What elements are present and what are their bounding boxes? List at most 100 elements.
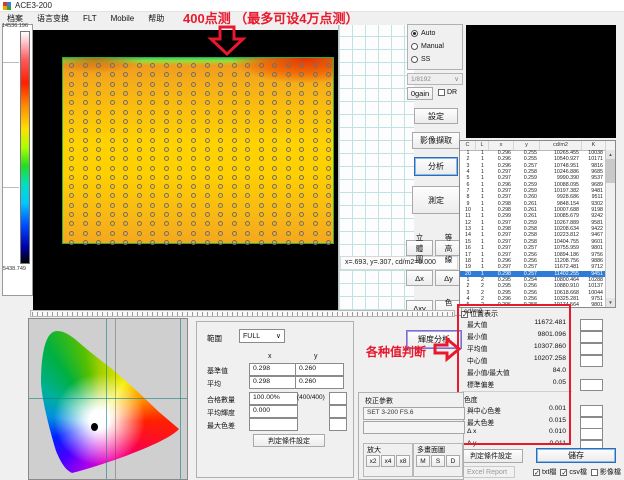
measurement-table[interactable]: CLxycd/m2K 110.2960.25510265.45510038210… [459,140,616,308]
file-check-影像檔[interactable]: 影像檔 [591,467,621,477]
save-button[interactable]: 儲存 [536,448,616,463]
measure-point-marker [299,63,304,68]
measure-point-marker [123,100,128,105]
checkbox-icon[interactable] [591,469,598,476]
measure-button[interactable]: 測定 [412,186,460,214]
table-column-header: cd/m2 [540,141,582,150]
max-diff-judge-box [329,418,347,431]
menu-item[interactable]: 帮助 [141,13,171,24]
calibration-value-field[interactable]: SET 3-200 FS.6 [363,407,465,420]
measure-point-marker [164,82,169,87]
stat-label: Δ x [467,428,476,435]
measure-point-marker [259,63,264,68]
judge-condition-setting-button[interactable]: 判定條件設定 [253,434,325,447]
average-y-field[interactable]: 0.260 [295,376,344,389]
measure-point-marker [218,212,223,217]
measure-point-marker [123,82,128,87]
scroll-up-icon[interactable]: ▲ [606,150,615,159]
measure-point-marker [232,100,237,105]
measure-point-marker [286,119,291,124]
zoom-x4-button[interactable]: x4 [381,455,395,467]
range-select[interactable]: FULL ∨ [239,329,285,343]
measure-point-marker [205,203,210,208]
zoom-x8-button[interactable]: x8 [396,455,410,467]
dr-checkbox[interactable] [438,89,445,96]
multiview-D-button[interactable]: D [446,455,460,467]
chromaticity-diagram[interactable] [28,318,188,480]
average-x-field[interactable]: 0.298 [249,376,298,389]
measure-point-marker [123,119,128,124]
scrollbar-thumb[interactable] [606,159,615,183]
multiview-S-button[interactable]: S [431,455,445,467]
menu-item[interactable]: Mobile [104,14,142,23]
measure-point-marker [69,156,74,161]
delta-y-button[interactable]: Δy [435,270,462,286]
gain-button[interactable]: 0gain [407,87,433,100]
measure-point-marker [272,72,277,77]
pass-judge-box [329,392,347,405]
multiview-M-button[interactable]: M [416,455,430,467]
pass-percent-field[interactable]: 100.00% [249,392,298,405]
contour-button[interactable]: 等高線 [435,240,462,256]
reference-x-field[interactable]: 0.298 [249,363,298,376]
table-body[interactable]: 110.2960.25510265.45510038210.2960.25510… [460,150,606,307]
table-scrollbar[interactable]: ▲ ▼ [605,150,615,307]
avg-luminance-field[interactable]: 0.000 [249,405,298,418]
zoom-x2-button[interactable]: x2 [366,455,380,467]
measure-point-marker [150,156,155,161]
exposure-select[interactable]: 1/8192 ∨ [407,73,463,85]
measure-point-marker [150,184,155,189]
measure-point-marker [205,147,210,152]
measure-point-marker [313,138,318,143]
measure-point-marker [96,119,101,124]
radio-label: SS [421,56,430,63]
measure-point-marker [69,100,74,105]
measure-point-marker [205,193,210,198]
measure-point-marker [123,128,128,133]
reference-y-field[interactable]: 0.260 [295,363,344,376]
menu-item[interactable]: FLT [76,14,104,23]
calibration-value2-field[interactable] [363,421,465,434]
measure-point-marker [110,138,115,143]
dr-checkbox-row[interactable]: DR [438,89,457,96]
file-format-checkboxes[interactable]: ✓txt檔 ✓csv檔影像檔 [533,467,621,477]
stat-row: 最小值/最大值84.0 [460,367,572,379]
image-capture-button[interactable]: 影像擷取 [412,132,460,149]
measure-point-marker [286,175,291,180]
measure-point-marker [83,63,88,68]
file-check-txt檔[interactable]: ✓txt檔 [533,467,556,477]
radio-manual[interactable]: Manual [411,40,459,53]
measure-point-marker [123,221,128,226]
measure-point-marker [164,203,169,208]
solid-3d-button[interactable]: 立體圖 [406,240,433,256]
measure-point-marker [299,175,304,180]
luminance-heatmap[interactable] [62,57,334,244]
menu-item[interactable]: 语言变换 [30,13,76,24]
measure-point-marker [245,72,250,77]
measure-point-marker [83,203,88,208]
menu-item[interactable]: 档案 [0,13,30,24]
measure-point-marker [232,63,237,68]
checkbox-icon[interactable]: ✓ [533,469,540,476]
settings-button[interactable]: 設定 [414,108,458,124]
judge-condition-button[interactable]: 判定條件設定 [459,449,523,463]
checkbox-icon[interactable]: ✓ [560,469,567,476]
measure-point-marker [245,110,250,115]
measure-point-marker [191,82,196,87]
max-color-diff-field[interactable] [249,418,298,431]
file-check-csv檔[interactable]: ✓csv檔 [560,467,587,477]
radio-ss[interactable]: SS [411,53,459,66]
delta-x-button[interactable]: Δx [406,270,433,286]
measure-point-marker [272,82,277,87]
measure-point-marker [123,184,128,189]
measure-point-marker [69,203,74,208]
measure-point-marker [245,166,250,171]
measure-point-marker [326,212,331,217]
excel-report-button[interactable]: Excel Report [459,466,515,478]
analyze-button[interactable]: 分析 [414,157,458,176]
measure-point-marker [110,166,115,171]
radio-auto[interactable]: Auto [411,27,459,40]
measure-point-marker [150,221,155,226]
measurement-canvas[interactable] [33,30,339,310]
measure-point-marker [232,138,237,143]
